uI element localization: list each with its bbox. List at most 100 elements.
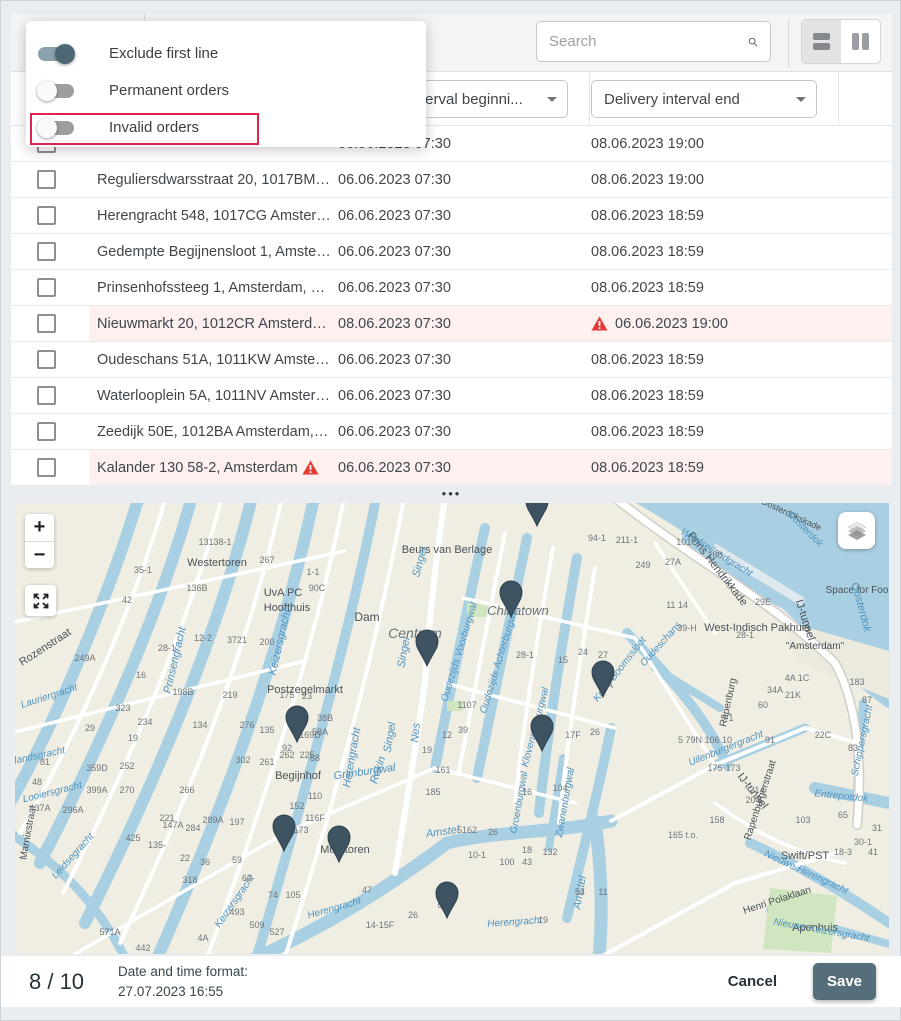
map-house-number: 4A (197, 933, 208, 943)
map-house-number: 132 (542, 847, 557, 857)
row-interval-end: 08.06.2023 18:59 (591, 352, 704, 368)
map-house-number: 252 (119, 761, 134, 771)
map-house-number: 276 (239, 720, 254, 730)
row-interval-end: 08.06.2023 19:00 (591, 136, 704, 152)
map-house-number: 91 (765, 735, 775, 745)
search-input[interactable] (549, 33, 748, 50)
row-interval-begin: 08.06.2023 07:30 (338, 316, 451, 332)
view-columns-button[interactable] (841, 20, 880, 63)
map-house-number: 29E (755, 597, 771, 607)
filters-popup: Exclude first line Permanent orders Inva… (26, 21, 426, 147)
map-house-number: 219 (222, 690, 237, 700)
row-interval-begin: 06.06.2023 07:30 (338, 172, 451, 188)
map-house-number: 198B (172, 687, 193, 697)
map-house-number: 34A (767, 685, 783, 695)
rows-icon (813, 33, 830, 40)
row-interval-end: 08.06.2023 18:59 (591, 460, 704, 476)
map-house-number: 197 (229, 817, 244, 827)
map-house-number: 24 (578, 647, 588, 657)
map-house-number: 39 (458, 725, 468, 735)
warning-icon (591, 316, 608, 331)
row-interval-end: 08.06.2023 18:59 (591, 244, 704, 260)
row-interval-end: 08.06.2023 18:59 (591, 280, 704, 296)
row-address: Gedempte Begijnensloot 1, Amster... (97, 244, 331, 260)
valid-count: 8 / 10 (29, 969, 84, 995)
row-interval-end: 08.06.2023 18:59 (591, 208, 704, 224)
row-checkbox[interactable] (37, 422, 56, 441)
table-row: Oudeschans 51A, 1011KW Amster... 06.06.2… (11, 342, 892, 378)
map-house-number: 54 (575, 887, 585, 897)
map-house-number: 26 (488, 827, 498, 837)
row-checkbox[interactable] (37, 350, 56, 369)
row-interval-end: 08.06.2023 18:59 (591, 388, 704, 404)
row-checkbox[interactable] (37, 206, 56, 225)
row-interval-begin: 06.06.2023 07:30 (338, 424, 451, 440)
date-format-value: 27.07.2023 16:55 (118, 982, 248, 1002)
map-house-number: 11 (598, 887, 607, 897)
zoom-in-button[interactable]: + (25, 514, 54, 541)
table-row: Herengracht 548, 1017CG Amsterd... 06.06… (11, 198, 892, 234)
row-checkbox[interactable] (37, 278, 56, 297)
map-house-number: 14-15F (366, 920, 395, 930)
map-house-number: 60 (758, 700, 768, 710)
map-house-number: 39-H (677, 623, 697, 633)
invalid-orders-toggle[interactable] (38, 121, 74, 135)
search-box (536, 21, 771, 62)
map-house-number: 87 (862, 695, 872, 705)
row-checkbox[interactable] (37, 170, 56, 189)
map-house-number: 19 (538, 915, 548, 925)
row-checkbox[interactable] (37, 386, 56, 405)
view-rows-button[interactable] (802, 20, 841, 63)
map[interactable]: CentrumChinatownBeurs van BerlageDamUvA … (15, 503, 889, 954)
row-checkbox[interactable] (37, 242, 56, 261)
map-house-number: 437A (29, 803, 50, 813)
cancel-button[interactable]: Cancel (728, 973, 777, 990)
map-house-number: 26 (590, 727, 600, 737)
map-house-number: 173 (293, 825, 308, 835)
map-house-number: 36 (200, 857, 210, 867)
map-house-number: 318 (182, 875, 197, 885)
exclude-first-line-toggle[interactable] (38, 47, 74, 61)
map-house-number: 289A (202, 815, 223, 825)
map-house-number: 302 (235, 755, 250, 765)
map-house-number: 15 (558, 655, 568, 665)
map-house-number: 266 (179, 785, 194, 795)
map-layers-button[interactable] (838, 512, 875, 549)
map-house-number: 30-1 (854, 837, 872, 847)
permanent-orders-toggle[interactable] (38, 84, 74, 98)
fullscreen-button[interactable] (25, 585, 56, 616)
map-house-number: 28-1 (736, 630, 754, 640)
map-house-number: 185 (425, 787, 440, 797)
map-house-number: 31 (872, 823, 882, 833)
map-house-number: 323 (115, 703, 130, 713)
row-checkbox[interactable] (37, 314, 56, 333)
row-interval-begin: 06.06.2023 07:30 (338, 388, 451, 404)
map-zoom-control: + − (25, 514, 54, 568)
map-house-number: 359D (86, 763, 108, 773)
map-house-number: 22C (815, 730, 832, 740)
search-icon[interactable] (748, 33, 758, 51)
map-house-number: 26 (408, 910, 418, 920)
row-address: Kalander 130 58-2, Amsterdam (97, 460, 298, 476)
map-house-number: 38B (317, 713, 333, 723)
map-house-number: 135 (259, 725, 274, 735)
row-checkbox[interactable] (37, 458, 56, 477)
row-interval-end: 08.06.2023 18:59 (591, 424, 704, 440)
map-house-number: 41 (868, 847, 878, 857)
column-select-interval-end[interactable]: Delivery interval end (591, 80, 817, 118)
zoom-out-button[interactable]: − (25, 541, 54, 568)
toggle-row-permanent-orders: Permanent orders (26, 72, 426, 109)
table-map-splitter[interactable]: ••• (1, 485, 901, 503)
save-button[interactable]: Save (813, 963, 876, 1000)
fullscreen-icon (32, 592, 50, 610)
table-row: Gedempte Begijnensloot 1, Amster... 06.0… (11, 234, 892, 270)
map-house-number: 161 (435, 765, 450, 775)
map-house-number: 16 (522, 787, 532, 797)
map-house-number: 214 (749, 785, 764, 795)
map-house-number: 17F (565, 730, 581, 740)
row-interval-begin: 06.06.2023 07:30 (338, 352, 451, 368)
map-house-number: 158 (709, 815, 724, 825)
drag-handle-icon[interactable]: ••• (442, 491, 462, 497)
map-house-number: 16 (136, 670, 146, 680)
map-house-number: 204 (745, 795, 760, 805)
